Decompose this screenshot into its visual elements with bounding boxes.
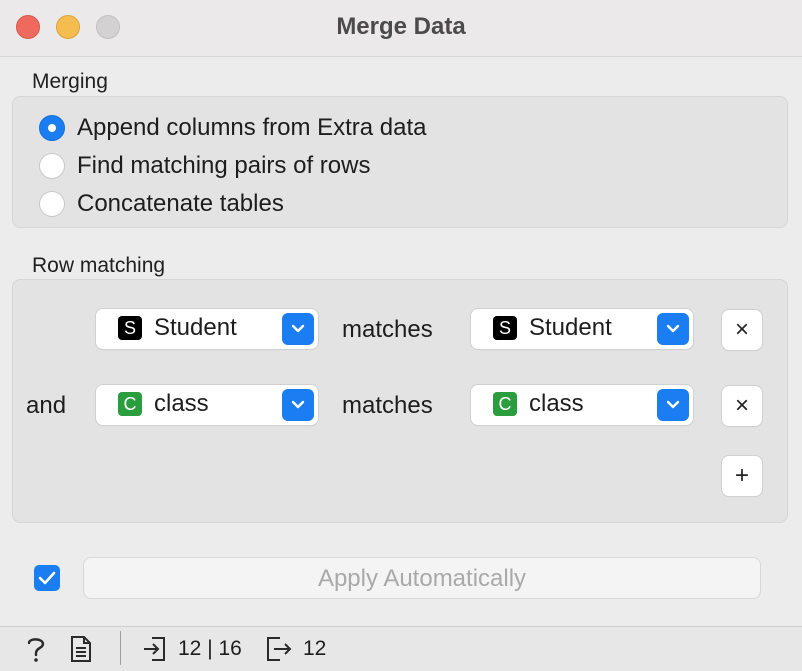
radio-find-matching-pairs[interactable]: Find matching pairs of rows <box>39 151 370 181</box>
report-icon[interactable] <box>70 635 92 663</box>
combo-value: Student <box>154 314 237 341</box>
radio-label: Append columns from Extra data <box>77 114 427 141</box>
radio-label: Find matching pairs of rows <box>77 152 371 179</box>
radio-append-columns[interactable]: Append columns from Extra data <box>39 113 427 143</box>
close-icon: × <box>734 392 749 419</box>
combo-value: Student <box>529 314 612 341</box>
output-icon <box>267 637 292 661</box>
apply-button-label: Apply Automatically <box>317 565 527 592</box>
chevron-down-icon[interactable] <box>657 389 689 421</box>
output-count: 12 <box>303 637 327 660</box>
and-label: and <box>26 392 67 419</box>
input-counts: 12 | 16 <box>178 637 242 660</box>
remove-row-1-button[interactable]: × <box>722 310 762 350</box>
radio-button[interactable] <box>39 191 65 217</box>
categorical-type-icon: C <box>493 392 517 416</box>
merge-data-window: Merge Data Merging Append columns from E… <box>0 0 802 671</box>
remove-row-2-button[interactable]: × <box>722 386 762 426</box>
merging-section-label: Merging <box>32 70 108 93</box>
right-variable-combo-row-1[interactable]: S Student <box>471 309 693 349</box>
combo-value: class <box>154 390 209 417</box>
left-variable-combo-row-1[interactable]: S Student <box>96 309 318 349</box>
radio-label: Concatenate tables <box>77 190 284 217</box>
right-variable-combo-row-2[interactable]: C class <box>471 385 693 425</box>
status-bar: 12 | 16 12 <box>0 626 802 671</box>
categorical-type-icon: C <box>118 392 142 416</box>
window-title: Merge Data <box>336 13 466 40</box>
chevron-down-icon[interactable] <box>282 313 314 345</box>
combo-value: class <box>529 390 584 417</box>
radio-button[interactable] <box>39 153 65 179</box>
close-icon: × <box>734 316 749 343</box>
left-variable-combo-row-2[interactable]: C class <box>96 385 318 425</box>
string-type-icon: S <box>493 316 517 340</box>
apply-automatically-checkbox[interactable] <box>34 565 60 591</box>
status-bar-separator <box>120 631 121 665</box>
input-icon <box>144 637 165 661</box>
chevron-down-icon[interactable] <box>657 313 689 345</box>
chevron-down-icon[interactable] <box>282 389 314 421</box>
apply-button[interactable]: Apply Automatically <box>84 558 760 598</box>
radio-concatenate-tables[interactable]: Concatenate tables <box>39 189 284 219</box>
help-icon[interactable] <box>24 635 48 663</box>
title-bar: Merge Data <box>0 0 802 57</box>
checkmark-icon <box>38 571 56 585</box>
merging-group: Append columns from Extra data Find matc… <box>12 96 788 228</box>
add-row-button[interactable]: + <box>722 456 762 496</box>
matches-label: matches <box>342 392 433 419</box>
matches-label: matches <box>342 316 433 343</box>
plus-icon: + <box>734 462 749 489</box>
radio-button-checked[interactable] <box>39 115 65 141</box>
string-type-icon: S <box>118 316 142 340</box>
row-matching-section-label: Row matching <box>32 254 166 277</box>
